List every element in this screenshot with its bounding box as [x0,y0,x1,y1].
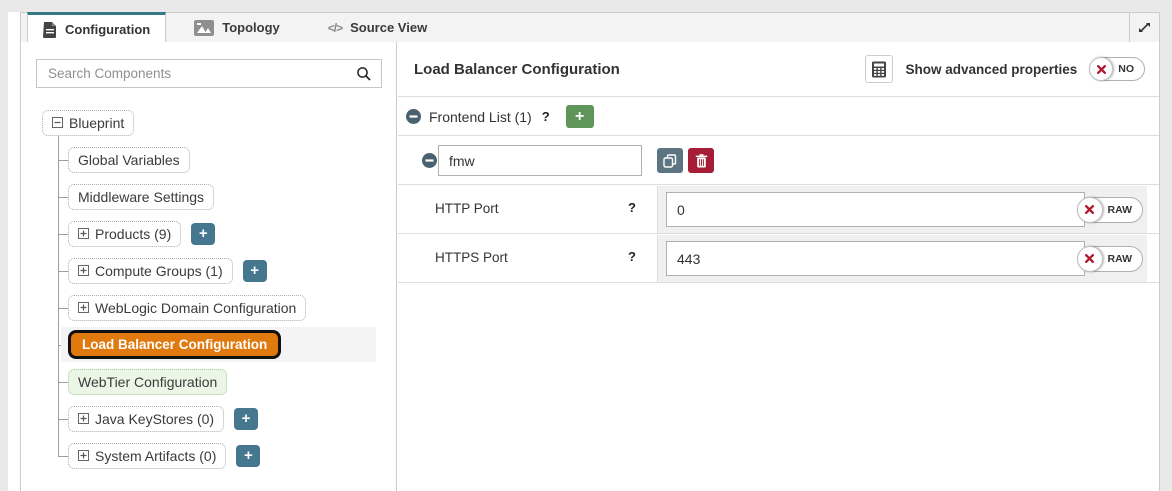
calculator-button[interactable] [865,55,893,83]
field-help-marker[interactable]: ? [628,249,636,264]
delete-button[interactable] [688,148,714,173]
advanced-properties-toggle[interactable]: NO [1089,57,1145,81]
tree-node-products[interactable]: Products (9) [68,221,181,247]
tree-node-middleware-settings[interactable]: Middleware Settings [68,184,214,210]
calculator-icon [871,61,887,78]
tree-node-label: Middleware Settings [78,189,204,205]
add-keystore-button[interactable]: + [234,408,258,430]
app-window: Configuration Topology </> Source View [8,12,1160,491]
tree-node-weblogic-domain[interactable]: WebLogic Domain Configuration [68,295,306,321]
tab-label: Configuration [65,22,150,37]
toggle-knob [1077,197,1103,223]
component-tree: Blueprint Global Variables Middleware Se… [42,104,390,474]
expand-plus-icon[interactable] [78,228,89,239]
image-icon [194,20,214,36]
tree-row-weblogic-domain: WebLogic Domain Configuration [42,289,390,326]
copy-icon [663,154,677,168]
expand-plus-icon[interactable] [78,450,89,461]
collapse-icon[interactable] [52,117,63,128]
expand-plus-icon[interactable] [78,265,89,276]
tree-node-load-balancer-selected[interactable]: Load Balancer Configuration [68,330,281,359]
https-port-input[interactable] [666,241,1085,276]
tree-node-label: Blueprint [69,115,124,131]
add-compute-group-button[interactable]: + [243,260,267,282]
collapse-circle-icon[interactable] [422,153,437,168]
field-value-area: RAW [657,235,1147,282]
tree-node-label: WebTier Configuration [78,374,217,390]
expand-button[interactable] [1129,13,1159,42]
search-icon [356,66,372,82]
field-label: HTTP Port [435,201,499,216]
tree-row-products: Products (9) + [42,215,390,252]
add-product-button[interactable]: + [191,223,215,245]
tree-node-label: System Artifacts (0) [95,448,216,464]
page-title: Load Balancer Configuration [414,61,620,78]
frontend-item-row [398,137,1159,185]
tab-topology[interactable]: Topology [179,13,295,42]
add-artifact-button[interactable]: + [236,445,260,467]
toggle-state-label: RAW [1103,204,1143,216]
tree-node-label: Java KeyStores (0) [95,411,214,427]
panel-header: Load Balancer Configuration Show advance… [398,42,1159,97]
tree-node-label: Global Variables [78,152,180,168]
raw-toggle[interactable]: RAW [1077,246,1144,272]
tree-row-compute-groups: Compute Groups (1) + [42,252,390,289]
frontend-list-header: Frontend List (1) ? + [398,98,1159,136]
tab-bar: Configuration Topology </> Source View [20,12,1160,43]
tree-row-system-artifacts: System Artifacts (0) + [42,437,390,474]
field-row-http-port: HTTP Port ? RAW [398,186,1159,234]
toggle-knob [1077,246,1103,272]
copy-button[interactable] [657,148,683,173]
expand-plus-icon[interactable] [78,302,89,313]
add-frontend-button[interactable]: + [566,105,594,128]
trash-icon [695,154,708,168]
frontend-list-label: Frontend List (1) [429,109,532,125]
collapse-circle-icon[interactable] [406,109,421,124]
expand-icon [1137,20,1152,35]
expand-plus-icon[interactable] [78,413,89,424]
http-port-input[interactable] [666,192,1085,227]
tab-label: Source View [350,20,427,35]
tree-node-global-variables[interactable]: Global Variables [68,147,190,173]
tab-label: Topology [222,20,280,35]
tree-node-blueprint[interactable]: Blueprint [42,110,134,136]
field-label: HTTPS Port [435,250,508,265]
tree-node-system-artifacts[interactable]: System Artifacts (0) [68,443,226,469]
tree-node-java-keystores[interactable]: Java KeyStores (0) [68,406,224,432]
main-panel: Load Balancer Configuration Show advance… [398,42,1159,491]
tree-row-load-balancer: Load Balancer Configuration [42,326,390,363]
tree-node-compute-groups[interactable]: Compute Groups (1) [68,258,233,284]
search-box [36,59,382,88]
code-icon: </> [328,21,342,35]
tree-node-label: WebLogic Domain Configuration [95,300,296,316]
field-value-area: RAW [657,186,1147,233]
toggle-knob [1089,57,1113,81]
document-icon [43,22,57,38]
tab-source-view[interactable]: </> Source View [313,13,442,42]
sidebar: Blueprint Global Variables Middleware Se… [21,42,397,491]
tree-row-webtier: WebTier Configuration [42,363,390,400]
content-panel: Blueprint Global Variables Middleware Se… [20,42,1160,491]
field-row-https-port: HTTPS Port ? RAW [398,235,1159,283]
toggle-state-label: NO [1113,63,1144,75]
frontend-help-marker[interactable]: ? [542,109,550,124]
toggle-state-label: RAW [1103,253,1143,265]
x-icon [1097,65,1106,74]
frontend-name-input[interactable] [438,145,642,176]
tree-node-label: Products (9) [95,226,171,242]
tree-node-label: Compute Groups (1) [95,263,223,279]
advanced-properties-label: Show advanced properties [905,62,1077,77]
field-help-marker[interactable]: ? [628,200,636,215]
x-icon [1085,205,1094,214]
tree-node-label: Load Balancer Configuration [82,337,267,352]
search-input[interactable] [37,60,381,87]
tab-configuration[interactable]: Configuration [27,12,166,44]
tree-row-middleware-settings: Middleware Settings [42,178,390,215]
tree-row-java-keystores: Java KeyStores (0) + [42,400,390,437]
tree-row-global-variables: Global Variables [42,141,390,178]
x-icon [1085,254,1094,263]
tree-row-blueprint: Blueprint [42,104,390,141]
tree-node-webtier[interactable]: WebTier Configuration [68,369,227,395]
raw-toggle[interactable]: RAW [1077,197,1144,223]
